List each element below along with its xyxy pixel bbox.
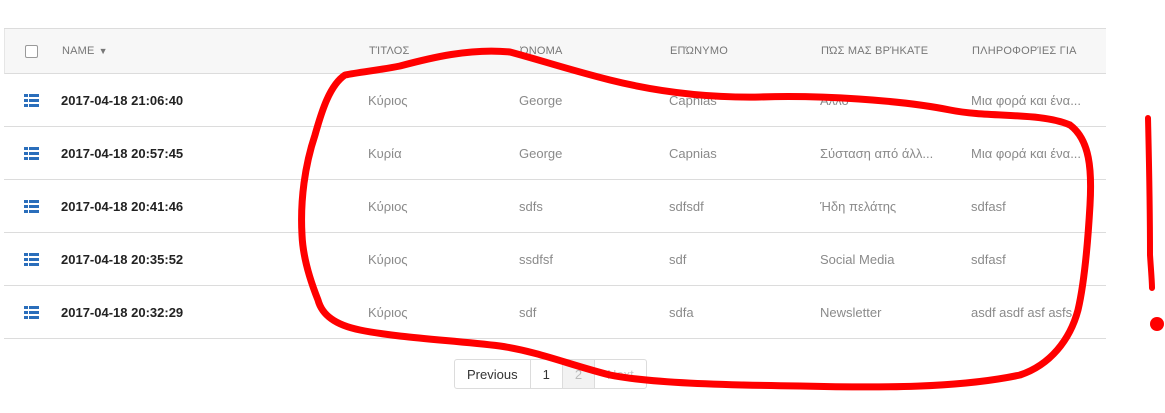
row-first-name: ssdfsf xyxy=(519,251,553,267)
row-how-found: Social Media xyxy=(820,233,965,285)
row-how-found-text: Social Media xyxy=(820,251,895,267)
column-header-last-name[interactable]: ΕΠΏΝΥΜΟ xyxy=(670,29,810,73)
table-row[interactable]: 2017-04-18 20:41:46 Κύριος sdfs sdfsdf Ή… xyxy=(4,180,1106,233)
red-exclamation-dot xyxy=(1150,317,1164,331)
table-row[interactable]: 2017-04-18 20:32:29 Κύριος sdf sdfa News… xyxy=(4,286,1106,339)
row-first-name: sdfs xyxy=(519,198,543,214)
list-details-icon[interactable] xyxy=(24,180,44,232)
row-how-found: Άλλο xyxy=(820,74,965,126)
select-all-checkbox[interactable] xyxy=(25,44,38,58)
list-details-icon[interactable] xyxy=(24,74,44,126)
table-row[interactable]: 2017-04-18 20:35:52 Κύριος ssdfsf sdf So… xyxy=(4,233,1106,286)
row-info-text: Μια φορά και ένα... xyxy=(971,145,1082,161)
column-header-how-found[interactable]: ΠΏΣ ΜΑΣ ΒΡΉΚΑΤΕ xyxy=(821,29,966,73)
row-title: Κύριος xyxy=(368,304,408,320)
pagination-page-2[interactable]: 2 xyxy=(562,360,596,388)
column-header-name[interactable]: NAME ▼ xyxy=(62,29,362,73)
data-table: NAME ▼ ΤΊΤΛΟΣ ΌΝΟΜΑ ΕΠΏΝΥΜΟ ΠΏΣ ΜΑΣ ΒΡΉΚ… xyxy=(4,28,1106,339)
pagination-page-1[interactable]: 1 xyxy=(531,360,563,388)
row-first-name: George xyxy=(519,92,563,108)
table-row[interactable]: 2017-04-18 20:57:45 Κυρία George Capnias… xyxy=(4,127,1106,180)
pagination-previous-button[interactable]: Previous xyxy=(455,360,531,388)
column-header-info[interactable]: ΠΛΗΡΟΦΟΡΊΕΣ ΓΙΑ xyxy=(972,29,1097,73)
row-how-found: Σύσταση από άλλ... xyxy=(820,127,965,179)
list-details-icon[interactable] xyxy=(24,233,44,285)
row-info-text: asdf asdf asf asfs xyxy=(971,304,1073,320)
pagination-next-button[interactable]: Next xyxy=(595,360,646,388)
row-last-name: sdf xyxy=(669,251,687,267)
column-header-name-label: NAME xyxy=(62,45,95,57)
red-exclamation-stroke xyxy=(1145,115,1155,291)
row-last-name: Capnias xyxy=(669,92,717,108)
row-how-found-text: Ήδη πελάτης xyxy=(820,198,897,214)
row-info: sdfasf xyxy=(971,233,1096,285)
row-date: 2017-04-18 20:35:52 xyxy=(61,251,184,267)
row-info: sdfasf xyxy=(971,180,1096,232)
row-how-found-text: Σύσταση από άλλ... xyxy=(820,145,934,161)
row-date: 2017-04-18 20:41:46 xyxy=(61,198,184,214)
row-date: 2017-04-18 21:06:40 xyxy=(61,92,184,108)
sort-desc-icon: ▼ xyxy=(98,46,108,56)
list-details-icon[interactable] xyxy=(24,127,44,179)
column-header-first-name[interactable]: ΌΝΟΜΑ xyxy=(520,29,660,73)
column-header-title[interactable]: ΤΊΤΛΟΣ xyxy=(369,29,509,73)
row-info-text: sdfasf xyxy=(971,251,1006,267)
list-details-icon[interactable] xyxy=(24,286,44,338)
row-title: Κύριος xyxy=(368,198,408,214)
row-info-text: sdfasf xyxy=(971,198,1006,214)
row-how-found: Newsletter xyxy=(820,286,965,338)
row-last-name: Capnias xyxy=(669,145,717,161)
row-title: Κύριος xyxy=(368,251,408,267)
pagination: Previous 1 2 Next xyxy=(454,359,647,389)
row-info: Μια φορά και ένα... xyxy=(971,127,1096,179)
row-how-found-text: Newsletter xyxy=(820,304,882,320)
row-title: Κύριος xyxy=(368,92,408,108)
row-date: 2017-04-18 20:32:29 xyxy=(61,304,184,320)
row-info: asdf asdf asf asfs xyxy=(971,286,1096,338)
select-all-cell xyxy=(25,29,45,73)
row-date: 2017-04-18 20:57:45 xyxy=(61,145,184,161)
table-header: NAME ▼ ΤΊΤΛΟΣ ΌΝΟΜΑ ΕΠΏΝΥΜΟ ΠΏΣ ΜΑΣ ΒΡΉΚ… xyxy=(4,29,1106,74)
row-first-name: sdf xyxy=(519,304,537,320)
row-last-name: sdfa xyxy=(669,304,694,320)
row-last-name: sdfsdf xyxy=(669,198,704,214)
row-title: Κυρία xyxy=(368,145,402,161)
row-first-name: George xyxy=(519,145,563,161)
row-how-found-text: Άλλο xyxy=(820,92,849,108)
row-info: Μια φορά και ένα... xyxy=(971,74,1096,126)
table-row[interactable]: 2017-04-18 21:06:40 Κύριος George Capnia… xyxy=(4,74,1106,127)
row-how-found: Ήδη πελάτης xyxy=(820,180,965,232)
row-info-text: Μια φορά και ένα... xyxy=(971,92,1082,108)
